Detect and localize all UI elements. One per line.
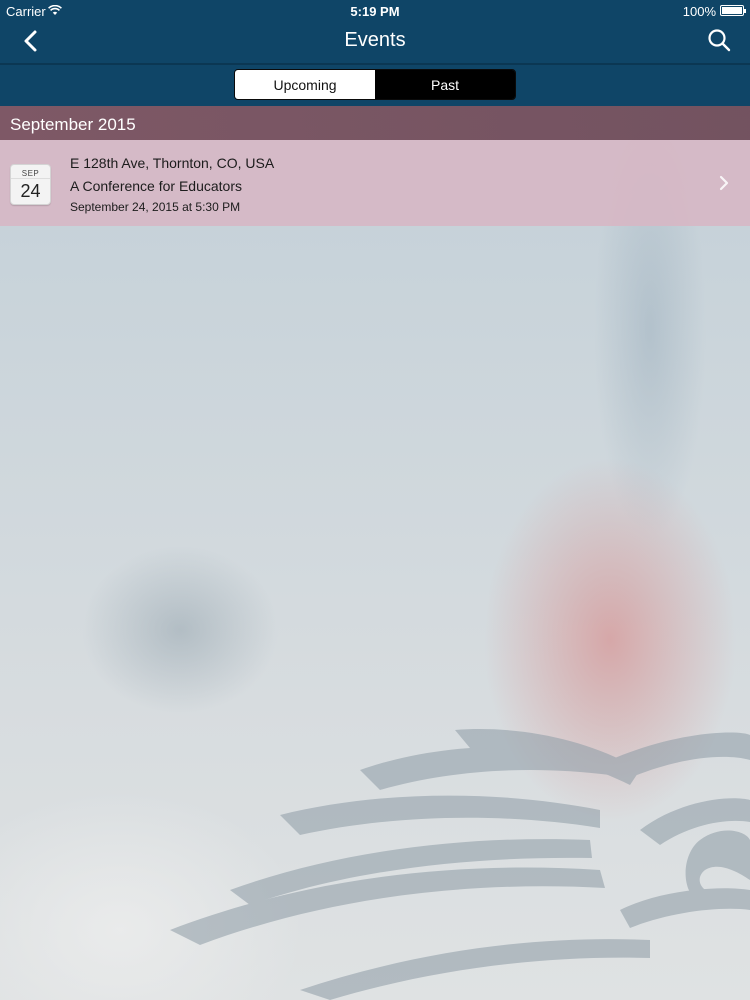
date-badge: SEP 24 <box>10 164 51 205</box>
search-button[interactable] <box>706 27 732 53</box>
status-bar: Carrier 5:19 PM 100% <box>0 0 750 22</box>
search-icon <box>708 29 731 52</box>
battery-percent: 100% <box>682 4 716 19</box>
events-segmented-control: Upcoming Past <box>234 69 516 100</box>
event-title: A Conference for Educators <box>70 178 242 194</box>
nav-divider <box>0 63 750 65</box>
section-header: September 2015 <box>0 106 750 140</box>
segment-past[interactable]: Past <box>375 70 515 99</box>
event-location: E 128th Ave, Thornton, CO, USA <box>70 155 275 171</box>
date-badge-day: 24 <box>20 181 41 201</box>
date-badge-month: SEP <box>21 169 40 178</box>
event-row[interactable]: SEP 24 E 128th Ave, Thornton, CO, USA A … <box>0 140 750 226</box>
top-bar: Carrier 5:19 PM 100% Events Upcoming Pas… <box>0 0 750 106</box>
event-datetime: September 24, 2015 at 5:30 PM <box>70 200 241 214</box>
nav-bar: Events <box>0 22 750 62</box>
page-title: Events <box>344 29 406 51</box>
chevron-right-icon <box>719 175 729 191</box>
status-time: 5:19 PM <box>350 4 400 19</box>
segment-upcoming[interactable]: Upcoming <box>235 70 375 99</box>
battery-icon <box>720 5 746 16</box>
